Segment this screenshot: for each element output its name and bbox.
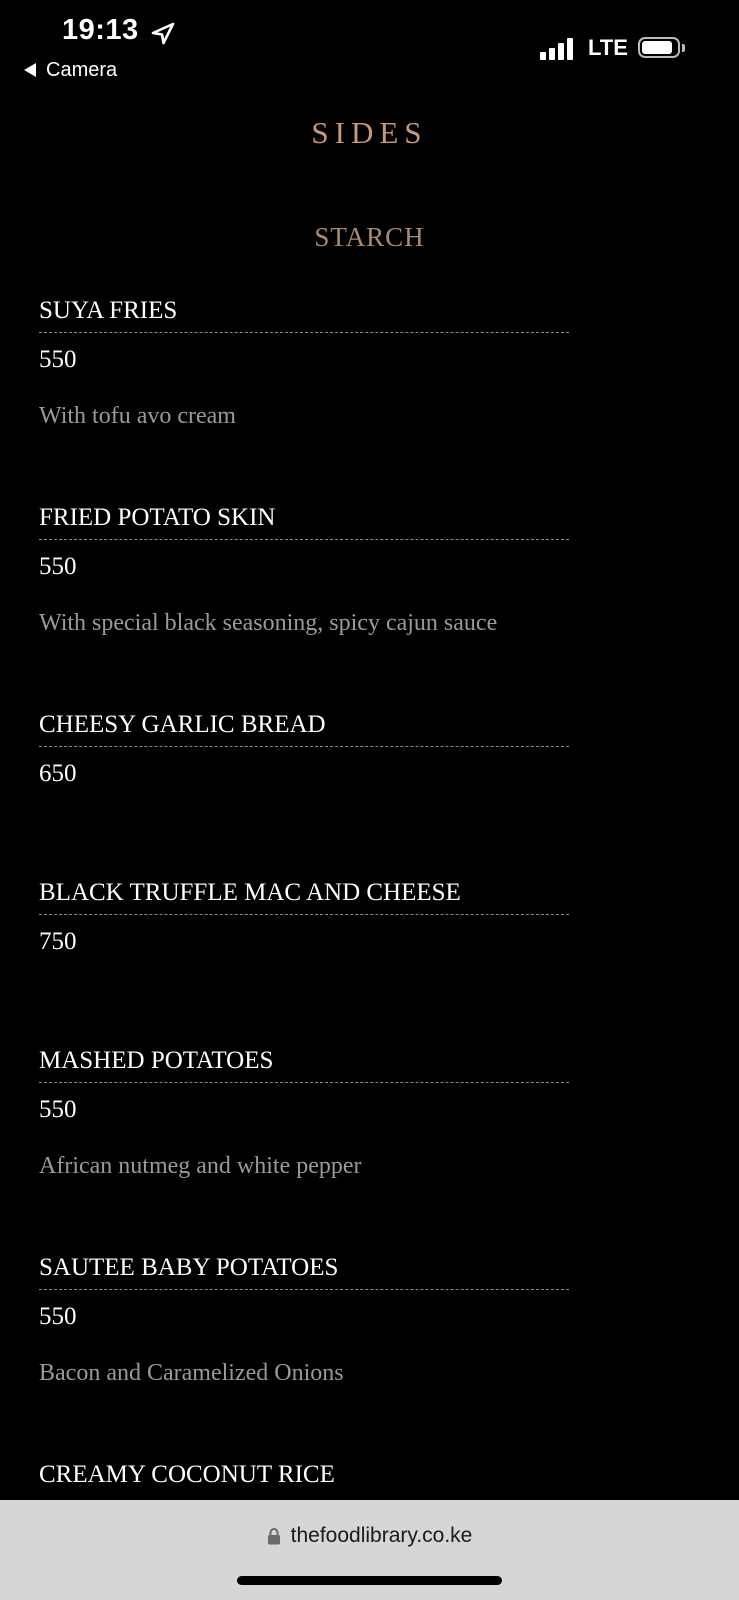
menu-item-name: FRIED POTATO SKIN (39, 504, 276, 531)
battery-icon (638, 37, 686, 60)
lock-icon (267, 1528, 280, 1545)
menu-item-price: 550 (39, 1303, 77, 1330)
divider (39, 914, 569, 915)
menu-item-description: With special black seasoning, spicy caju… (39, 610, 498, 636)
menu-item-price: 550 (39, 346, 77, 373)
menu-item-price: 650 (39, 760, 77, 787)
menu-item-description: With tofu avo cream (39, 403, 236, 429)
section-title: SIDES (311, 115, 428, 150)
menu-item-price: 750 (39, 928, 77, 955)
location-arrow-icon (151, 22, 175, 45)
menu-item: SUYA FRIES 550 With tofu avo cream (39, 293, 569, 432)
menu-item: FRIED POTATO SKIN 550 With special black… (39, 500, 569, 639)
menu-item-description: Bacon and Caramelized Onions (39, 1360, 344, 1386)
menu-item-name: SAUTEE BABY POTATOES (39, 1254, 339, 1281)
status-time: 19:13 (62, 14, 139, 46)
status-bar: 19:13 Camera LTE (0, 0, 739, 90)
back-triangle-icon (24, 63, 36, 77)
back-app-label: Camera (46, 58, 118, 81)
menu-item-name: SUYA FRIES (39, 297, 178, 324)
menu-item: CREAMY COCONUT RICE (39, 1457, 569, 1493)
menu-item-name: CREAMY COCONUT RICE (39, 1461, 335, 1488)
menu-item: BLACK TRUFFLE MAC AND CHEESE 750 (39, 875, 569, 960)
divider (39, 332, 569, 333)
menu-item-name: MASHED POTATOES (39, 1047, 274, 1074)
menu-item-description: African nutmeg and white pepper (39, 1153, 362, 1179)
menu-item-price: 550 (39, 1096, 77, 1123)
menu-item-name: CHEESY GARLIC BREAD (39, 711, 326, 738)
menu-item: CHEESY GARLIC BREAD 650 (39, 707, 569, 792)
signal-icon (540, 38, 574, 60)
menu-item-name: BLACK TRUFFLE MAC AND CHEESE (39, 879, 461, 906)
category-title: STARCH (314, 222, 425, 252)
divider (39, 1082, 569, 1083)
browser-bottom-bar: thefoodlibrary.co.ke (0, 1500, 739, 1600)
divider (39, 1289, 569, 1290)
url-text: thefoodlibrary.co.ke (290, 1524, 473, 1547)
menu-item: SAUTEE BABY POTATOES 550 Bacon and Caram… (39, 1250, 569, 1389)
menu-item-price: 550 (39, 553, 77, 580)
url-bar[interactable]: thefoodlibrary.co.ke (0, 1520, 739, 1552)
network-type: LTE (588, 35, 628, 60)
divider (39, 746, 569, 747)
divider (39, 539, 569, 540)
back-to-app-button[interactable]: Camera (24, 58, 117, 82)
menu-item: MASHED POTATOES 550 African nutmeg and w… (39, 1043, 569, 1182)
home-indicator[interactable] (237, 1576, 502, 1585)
